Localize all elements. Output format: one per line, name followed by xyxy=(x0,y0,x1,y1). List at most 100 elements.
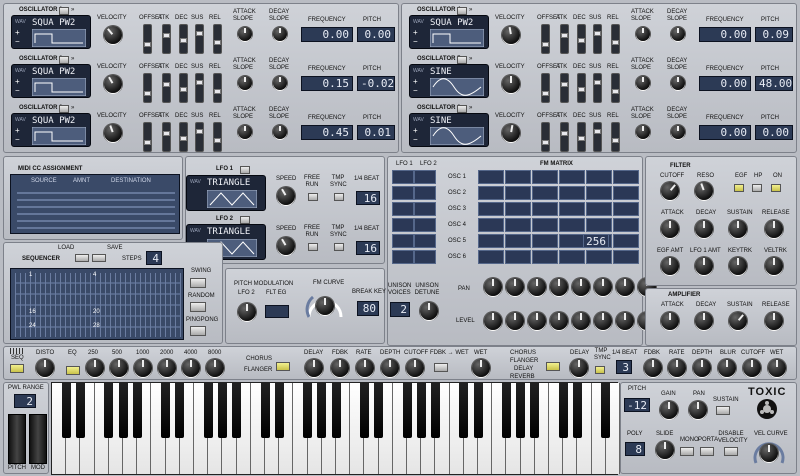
fm-cell[interactable] xyxy=(532,250,558,264)
amp-release-knob[interactable] xyxy=(765,312,783,330)
osc3-atk-slider[interactable] xyxy=(162,122,171,152)
fm-cell[interactable] xyxy=(586,186,612,200)
voice-gain-knob[interactable] xyxy=(660,401,678,419)
pwl-range-display[interactable]: 2 xyxy=(14,394,36,408)
fm-cell[interactable] xyxy=(586,170,612,184)
fm-cell[interactable] xyxy=(559,202,585,216)
osc6-minus-icon[interactable]: − xyxy=(413,136,418,144)
osc1-velocity-knob[interactable] xyxy=(104,26,122,44)
filter-reso-knob[interactable] xyxy=(695,182,713,200)
voice-pan-knob[interactable] xyxy=(689,401,707,419)
fm-cell[interactable] xyxy=(478,234,504,248)
seq-random-button[interactable] xyxy=(190,302,206,312)
seq-swing-button[interactable] xyxy=(190,278,206,288)
filter-egf-amt-knob[interactable] xyxy=(661,257,679,275)
black-key[interactable] xyxy=(374,383,384,438)
black-key[interactable] xyxy=(317,383,327,438)
mono-button[interactable] xyxy=(680,447,694,456)
osc4-atk-slider[interactable] xyxy=(560,24,569,54)
pitch-wheel[interactable] xyxy=(8,414,26,464)
osc1-offset-slider[interactable] xyxy=(143,24,152,54)
lfo1-beat-display[interactable]: 16 xyxy=(356,191,380,205)
mod-wheel[interactable] xyxy=(29,414,47,464)
black-key[interactable] xyxy=(516,383,526,438)
osc2-velocity-knob[interactable] xyxy=(104,75,122,93)
fm-cell[interactable] xyxy=(559,250,585,264)
black-key[interactable] xyxy=(572,383,582,438)
fm-pan-knob[interactable] xyxy=(594,278,612,296)
eq-band-knob[interactable] xyxy=(206,359,224,377)
filter-on-button[interactable] xyxy=(771,184,781,192)
osc2-wave-display[interactable]: WAV SQUA PW2 + − xyxy=(11,64,91,98)
fm-pan-knob[interactable] xyxy=(506,278,524,296)
fm-cell[interactable] xyxy=(505,250,531,264)
black-key[interactable] xyxy=(459,383,469,438)
fx-fdbk-wet-button[interactable] xyxy=(434,363,448,372)
osc1-atk-slider[interactable] xyxy=(162,24,171,54)
fx2-mode-button[interactable] xyxy=(546,362,560,371)
fx-depth-knob[interactable] xyxy=(381,359,399,377)
lfo2-toggle[interactable] xyxy=(240,216,250,224)
black-key[interactable] xyxy=(118,383,128,438)
fx2-fdbk-knob[interactable] xyxy=(644,359,662,377)
slide-knob[interactable] xyxy=(656,441,674,459)
fm-lfo2-cell[interactable] xyxy=(414,218,436,232)
fm-lfo1-cell[interactable] xyxy=(392,202,414,216)
black-key[interactable] xyxy=(132,383,142,438)
eq-band-knob[interactable] xyxy=(86,359,104,377)
filter-veltrk-knob[interactable] xyxy=(765,257,783,275)
osc6-plus-icon[interactable]: + xyxy=(413,127,418,135)
fm-cell[interactable] xyxy=(505,202,531,216)
osc3-decay-slope-knob[interactable] xyxy=(273,125,287,139)
osc4-offset-slider[interactable] xyxy=(541,24,550,54)
fm-cell[interactable] xyxy=(532,234,558,248)
filter-release-knob[interactable] xyxy=(765,220,783,238)
lfo1-speed-knob[interactable] xyxy=(277,187,295,205)
fm-cell[interactable] xyxy=(478,218,504,232)
poly-display[interactable]: 8 xyxy=(625,442,645,456)
osc4-rel-slider[interactable] xyxy=(611,24,620,54)
fm-lfo1-cell[interactable] xyxy=(392,250,414,264)
black-key[interactable] xyxy=(203,383,213,438)
osc4-plus-icon[interactable]: + xyxy=(413,29,418,37)
fm-cell[interactable] xyxy=(559,170,585,184)
seq-save-button[interactable] xyxy=(92,254,106,262)
osc2-atk-slider[interactable] xyxy=(162,73,171,103)
black-key[interactable] xyxy=(75,383,85,438)
lfo1-tmp-sync-button[interactable] xyxy=(334,193,344,201)
osc2-dec-slider[interactable] xyxy=(179,73,188,103)
fx2-rate-knob[interactable] xyxy=(668,359,686,377)
fm-cell[interactable] xyxy=(613,234,639,248)
fm-curve-knob[interactable] xyxy=(316,297,334,315)
osc6-frequency-display[interactable]: 0.00 xyxy=(699,125,751,140)
filter-lfo1-amt-knob[interactable] xyxy=(695,257,713,275)
osc4-frequency-display[interactable]: 0.00 xyxy=(699,27,751,42)
black-key[interactable] xyxy=(530,383,540,438)
osc3-minus-icon[interactable]: − xyxy=(15,136,20,144)
osc1-dec-slider[interactable] xyxy=(179,24,188,54)
lfo1-free-run-button[interactable] xyxy=(308,193,318,201)
fm-cell[interactable] xyxy=(613,202,639,216)
amp-sustain-knob[interactable] xyxy=(729,312,747,330)
break-key-display[interactable]: 80 xyxy=(357,301,379,316)
osc3-rel-slider[interactable] xyxy=(213,122,222,152)
seq-steps-display[interactable]: 4 xyxy=(146,251,162,265)
osc3-wave-display[interactable]: WAV SQUA PW2 + − xyxy=(11,113,91,147)
fx-disto-knob[interactable] xyxy=(36,359,54,377)
osc5-attack-slope-knob[interactable] xyxy=(636,76,650,90)
osc5-pitch-display[interactable]: 48.00 xyxy=(755,76,793,91)
black-key[interactable] xyxy=(359,383,369,438)
black-key[interactable] xyxy=(601,383,611,438)
eq-band-knob[interactable] xyxy=(158,359,176,377)
black-key[interactable] xyxy=(473,383,483,438)
black-key[interactable] xyxy=(331,383,341,438)
fx-eq-button[interactable] xyxy=(66,366,80,375)
fm-level-knob[interactable] xyxy=(484,312,502,330)
osc2-frequency-display[interactable]: 0.15 xyxy=(301,76,353,91)
fm-pan-knob[interactable] xyxy=(616,278,634,296)
fm-cell[interactable] xyxy=(586,250,612,264)
osc6-attack-slope-knob[interactable] xyxy=(636,125,650,139)
osc3-dec-slider[interactable] xyxy=(179,122,188,152)
osc4-dec-slider[interactable] xyxy=(577,24,586,54)
fm-lfo1-cell[interactable] xyxy=(392,218,414,232)
